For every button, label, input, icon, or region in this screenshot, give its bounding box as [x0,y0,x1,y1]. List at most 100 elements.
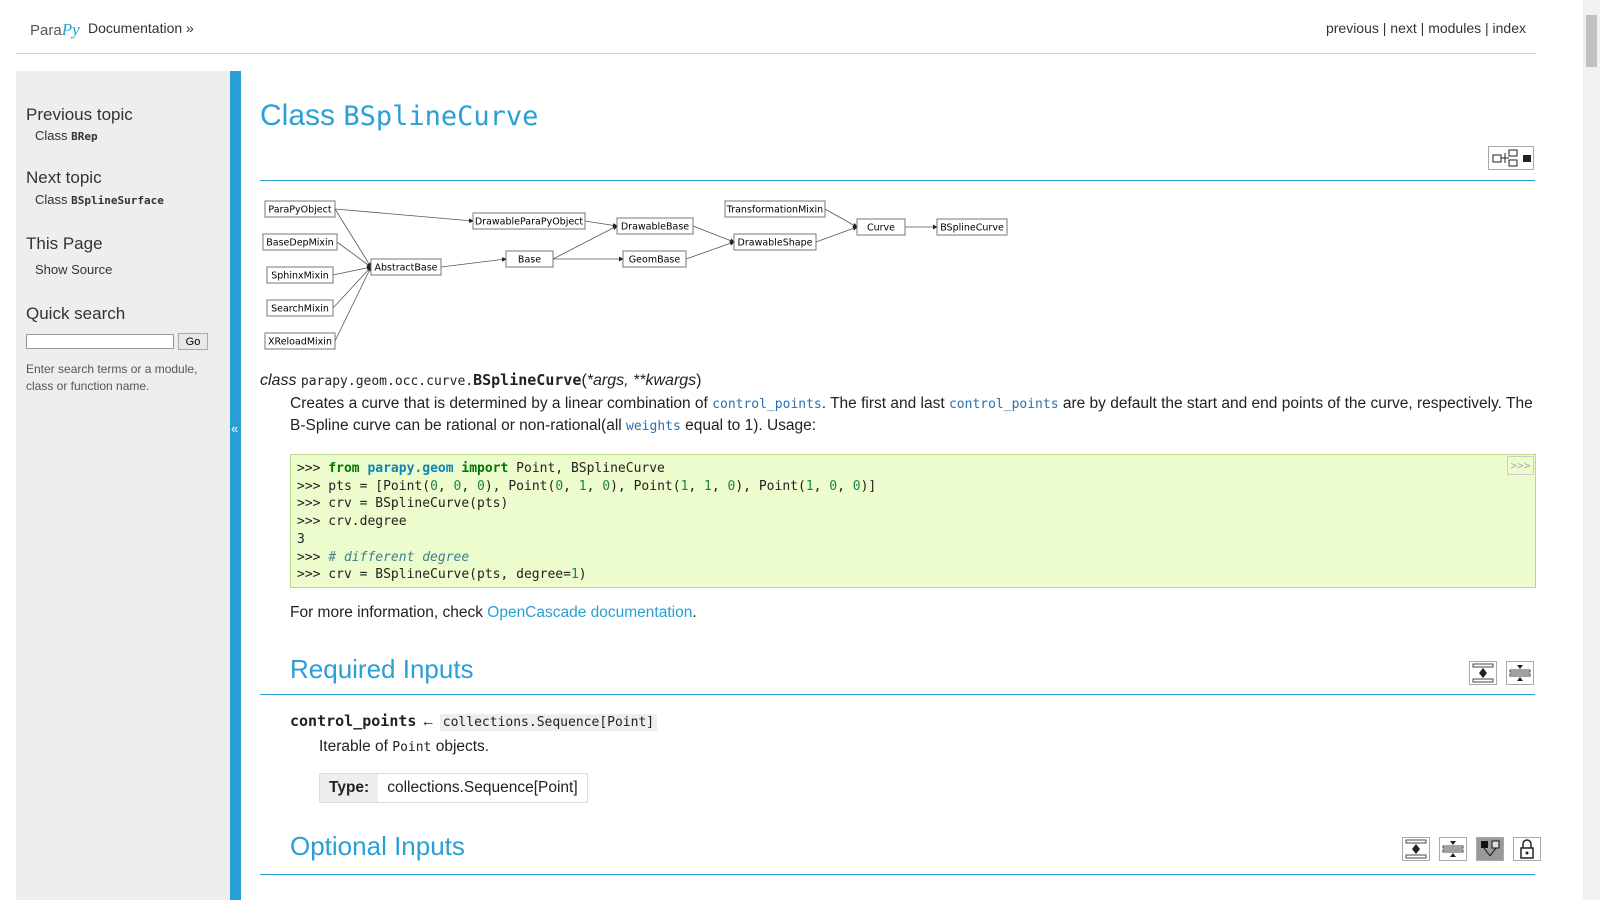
inheritance-edge [815,226,858,243]
inheritance-edge [552,225,618,260]
diagram-icon [1492,149,1531,167]
class-node[interactable]: Base [505,250,554,268]
class-description: Creates a curve that is determined by a … [290,395,1533,434]
class-node-label: Base [518,255,541,266]
inheritance-edge [332,266,372,309]
inheritance-edge [824,208,858,228]
class-node[interactable]: SearchMixin [266,299,334,317]
optional-divider [260,874,1535,875]
this-page-heading: This Page [26,234,103,253]
code-line: >>> crv = BSplineCurve(pts, degree=1) [297,567,587,583]
class-node[interactable]: DrawableShape [733,233,817,251]
expand-all-button[interactable] [1469,661,1497,685]
inheritance-diagram-toggle-button[interactable] [1488,146,1534,170]
required-inputs-heading: Required Inputs [290,654,474,684]
next-topic-heading: Next topic [26,168,102,187]
inheritance-edge [332,265,372,276]
collapse-all-optional-button[interactable] [1439,837,1467,861]
control-points-link[interactable]: control_points [712,397,822,412]
class-node-label: GeomBase [629,255,681,266]
breadcrumb-documentation[interactable]: Documentation » [88,20,194,36]
code-line: >>> pts = [Point(0, 0, 0), Point(0, 1, 0… [297,478,877,494]
go-button[interactable]: Go [178,333,208,350]
class-node-label: DrawableParaPyObject [475,217,584,228]
code-line: >>> crv = BSplineCurve(pts) [297,496,509,512]
inheritance-edge [692,225,735,243]
class-signature: class parapy.geom.occ.curve.BSplineCurve… [260,371,702,389]
previous-topic-heading: Previous topic [26,105,133,124]
opencascade-link[interactable]: OpenCascade documentation [487,604,692,621]
inheritance-edge [336,241,372,268]
top-bar: ParaPy Documentation » previous | next |… [16,0,1536,54]
class-node-label: DrawableBase [621,222,689,233]
param-type-table: Type: collections.Sequence[Point] [319,773,588,803]
collapse-all-button[interactable] [1506,661,1534,685]
class-node[interactable]: TransformationMixin [724,200,826,218]
class-node-label: SphinxMixin [271,271,328,282]
search-input[interactable] [26,334,174,349]
title-divider [260,180,1535,181]
show-tree-button[interactable] [1476,837,1504,861]
control-points-link[interactable]: control_points [949,397,1059,412]
class-node[interactable]: SphinxMixin [266,266,334,284]
class-node-label: BaseDepMixin [266,238,333,249]
inheritance-edge [334,208,474,224]
vertical-scrollbar[interactable] [1583,0,1600,900]
next-topic-link[interactable]: Class BSplineSurface [35,192,164,207]
class-node-label: AbstractBase [374,263,437,274]
class-node-label: XReloadMixin [268,337,332,348]
class-node[interactable]: ParaPyObject [264,200,336,218]
sidebar: Previous topic Class BRep Next topic Cla… [16,71,230,900]
class-node[interactable]: BaseDepMixin [262,233,338,251]
previous-topic-link[interactable]: Class BRep [35,128,98,143]
search-hint: Enter search terms or a module, class or… [26,362,198,393]
class-node[interactable]: Curve [856,218,906,236]
code-line: 3 [297,531,305,547]
collapse-icon [1442,841,1464,857]
inheritance-edge [334,266,372,342]
nav-modules[interactable]: modules [1428,20,1481,36]
code-line: >>> from parapy.geom import Point, BSpli… [297,461,665,476]
class-node-label: Curve [867,223,895,234]
expand-icon [1405,839,1427,859]
lock-button[interactable] [1513,837,1541,861]
collapse-icon [1509,665,1531,681]
param-control-points: control_points ← collections.Sequence[Po… [290,712,658,731]
nav-next[interactable]: next [1390,20,1416,36]
class-node-label: DrawableShape [738,238,813,249]
lock-icon [1520,839,1534,859]
nav-index[interactable]: index [1493,20,1526,36]
scrollbar-thumb[interactable] [1586,15,1597,67]
nav-previous[interactable]: previous [1326,20,1379,36]
class-node[interactable]: XReloadMixin [264,332,336,350]
code-line: >>> # different degree [297,549,470,565]
parapy-logo[interactable]: ParaPy [30,20,80,40]
tree-icon [1481,840,1500,857]
code-example: >>> from parapy.geom import Point, BSpli… [290,454,1536,588]
class-node[interactable]: GeomBase [622,250,687,268]
class-node-label: ParaPyObject [268,205,331,216]
inheritance-edge [584,220,618,228]
param-description: Iterable of Point objects. [319,738,490,755]
page-title: Class BSplineCurve [260,99,539,132]
inheritance-edge [685,241,735,260]
required-divider [260,694,1535,695]
inheritance-edge [440,257,507,268]
inheritance-edge [334,208,372,268]
sidebar-collapse-button[interactable]: « [230,71,241,900]
expand-all-optional-button[interactable] [1402,837,1430,861]
class-node[interactable]: DrawableBase [616,217,694,235]
weights-link[interactable]: weights [626,419,681,434]
optional-inputs-heading: Optional Inputs [290,831,465,861]
show-source-link[interactable]: Show Source [35,262,112,277]
more-info: For more information, check OpenCascade … [290,604,697,621]
class-node-label: TransformationMixin [726,205,823,216]
quick-search-heading: Quick search [26,304,126,323]
toggle-prompt-button[interactable]: >>> [1507,456,1534,475]
class-node-label: SearchMixin [271,304,329,315]
class-node[interactable]: AbstractBase [370,258,442,276]
class-node-label: BSplineCurve [940,223,1004,234]
class-node[interactable]: DrawableParaPyObject [472,212,586,230]
class-node[interactable]: BSplineCurve [936,218,1008,236]
code-line: >>> crv.degree [297,514,407,530]
